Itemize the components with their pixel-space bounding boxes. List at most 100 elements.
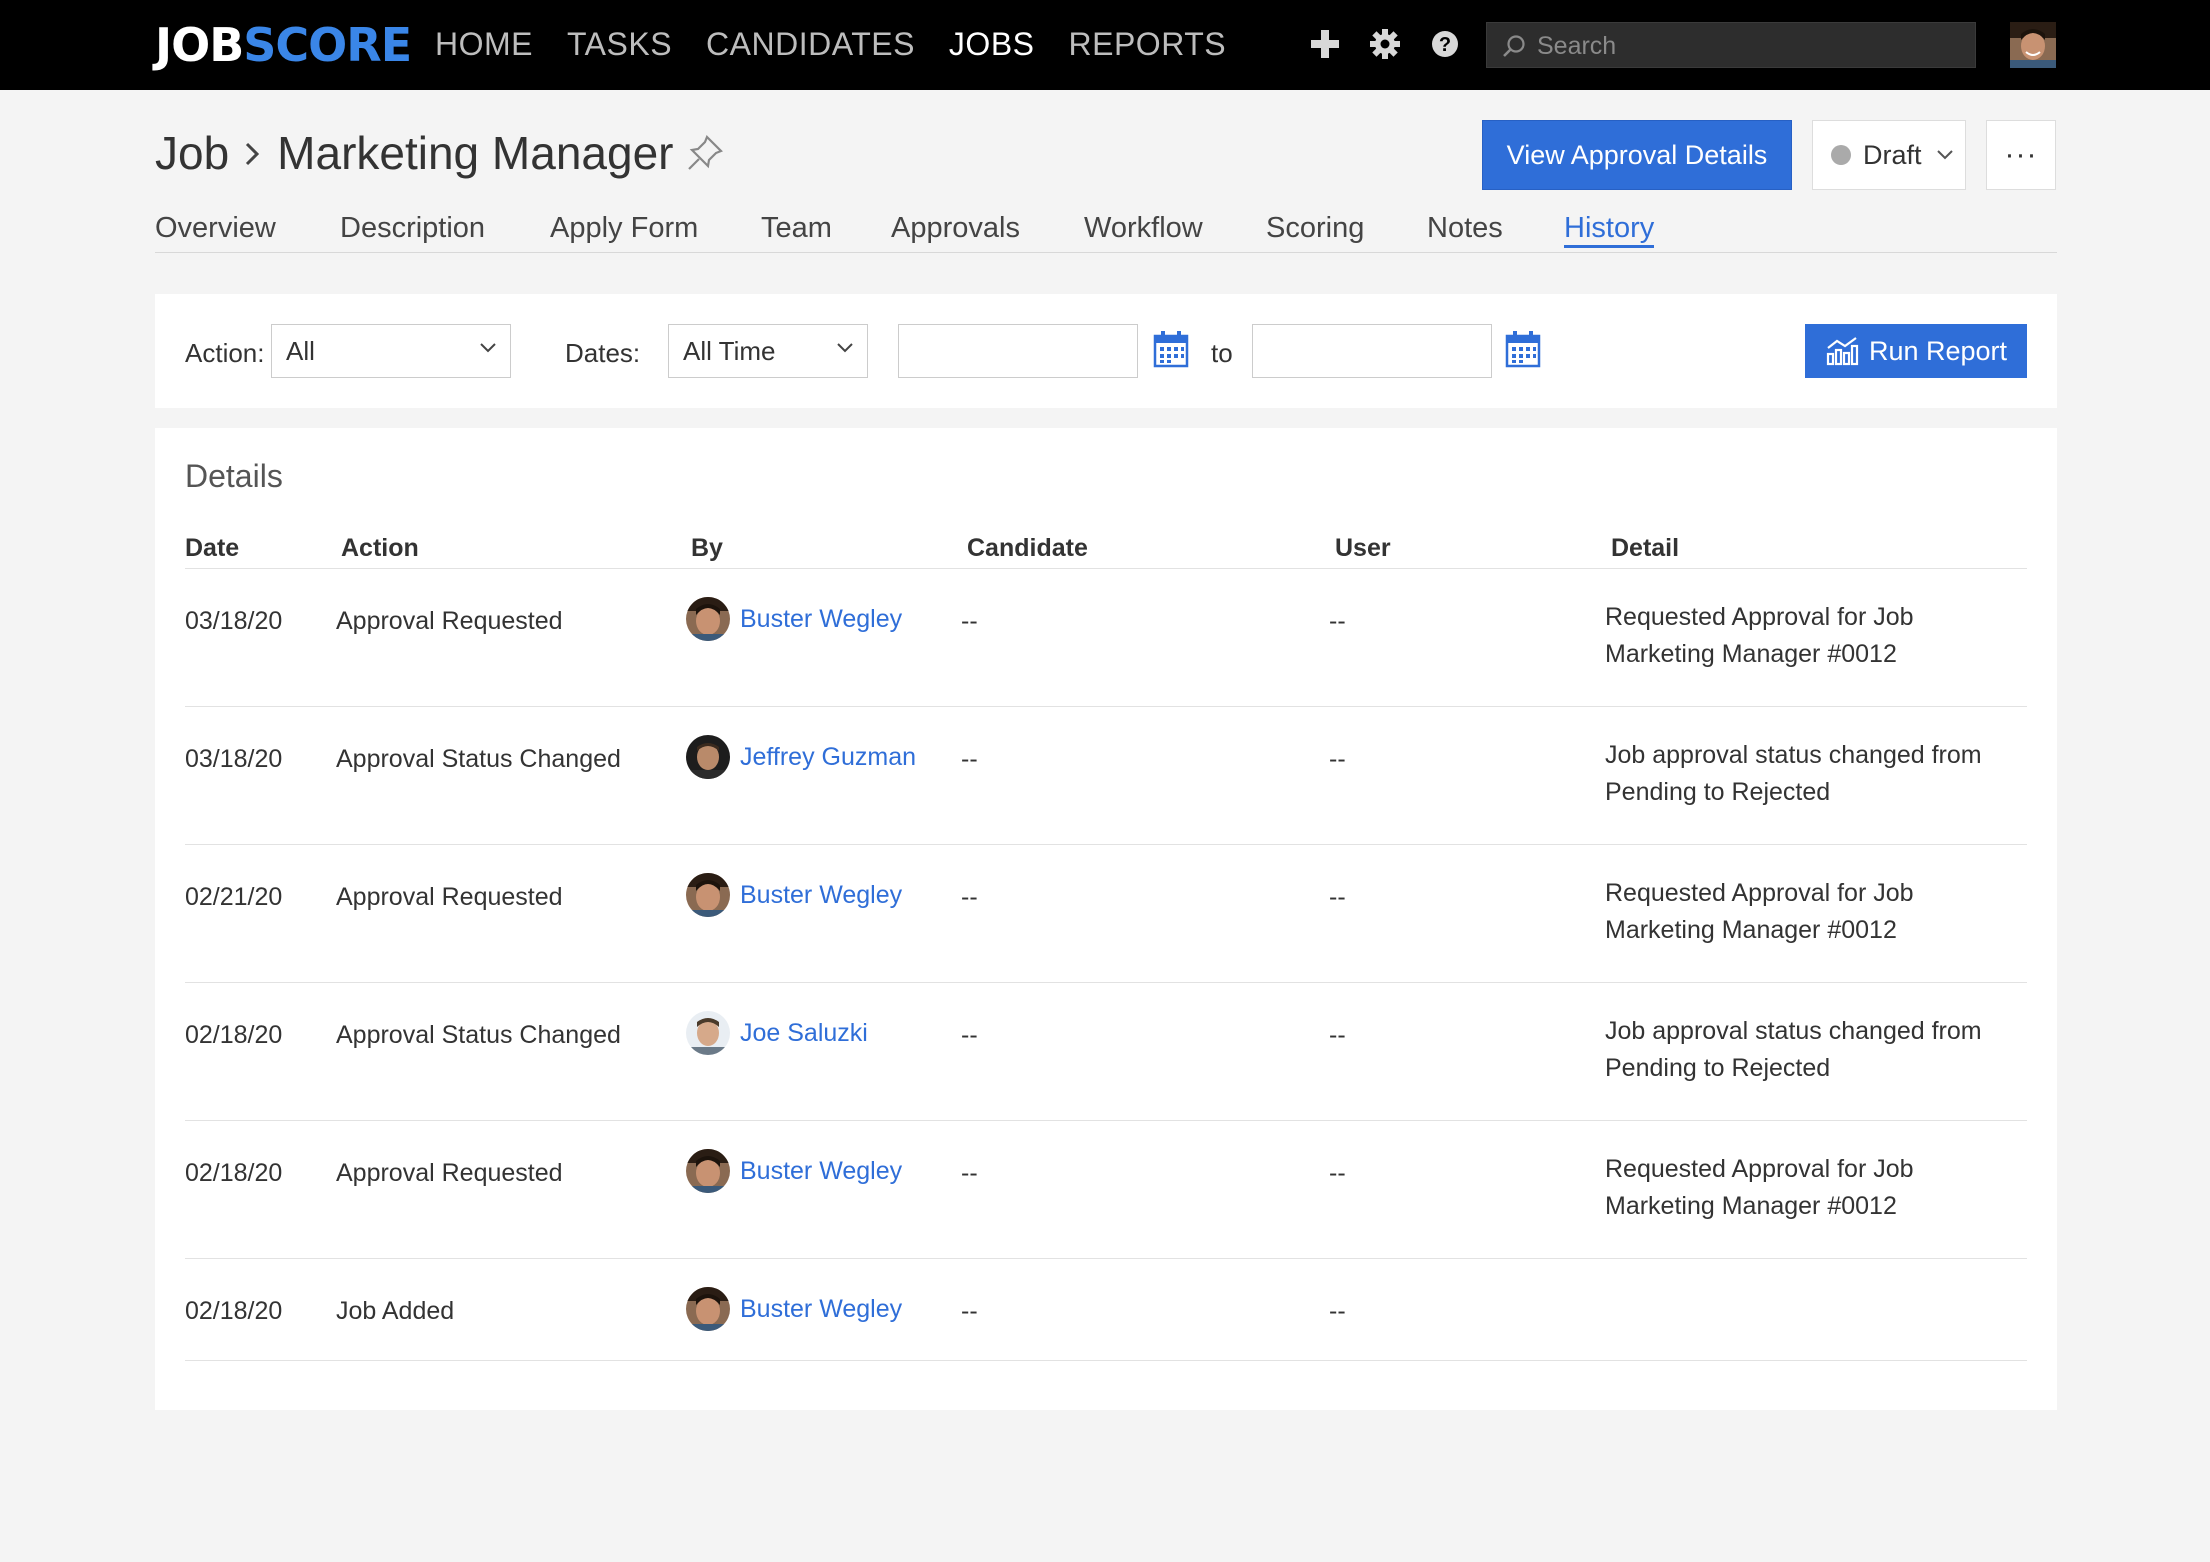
column-header-detail[interactable]: Detail: [1611, 534, 1679, 563]
action-select-value: All: [286, 335, 315, 366]
main-nav: HOME TASKS CANDIDATES JOBS REPORTS: [435, 26, 1260, 63]
column-header-candidate[interactable]: Candidate: [967, 534, 1088, 563]
row-date: 03/18/20: [185, 745, 283, 773]
gear-icon[interactable]: [1368, 27, 1402, 61]
column-header-by[interactable]: By: [691, 534, 723, 563]
row-detail-line: Marketing Manager #0012: [1605, 640, 1897, 668]
dates-select[interactable]: All Time: [668, 324, 868, 378]
row-user: --: [1329, 1297, 1346, 1325]
breadcrumb: Job Marketing Manager: [155, 126, 725, 180]
row-by-name-link[interactable]: Jeffrey Guzman: [740, 743, 916, 772]
search-input[interactable]: [1535, 29, 1959, 63]
row-detail-line: Pending to Rejected: [1605, 778, 1831, 806]
top-navbar: JOBSCORE HOME TASKS CANDIDATES JOBS REPO…: [0, 0, 2210, 90]
nav-reports[interactable]: REPORTS: [1069, 26, 1227, 63]
row-action: Job Added: [336, 1297, 455, 1325]
row-action: Approval Status Changed: [336, 745, 621, 773]
row-detail-line: Requested Approval for Job: [1605, 603, 1914, 631]
row-user: --: [1329, 607, 1346, 635]
avatar: [686, 597, 730, 641]
row-by-name-link[interactable]: Joe Saluzki: [740, 1019, 868, 1048]
row-by-user[interactable]: Buster Wegley: [686, 1149, 902, 1193]
row-date: 03/18/20: [185, 607, 283, 635]
tab-approvals[interactable]: Approvals: [891, 212, 1020, 245]
run-report-label: Run Report: [1868, 335, 2008, 366]
job-tabs: Overview Description Apply Form Team App…: [155, 212, 2057, 253]
row-candidate: --: [961, 1159, 978, 1187]
tab-description[interactable]: Description: [340, 212, 485, 245]
row-by-name-link[interactable]: Buster Wegley: [740, 1157, 902, 1186]
row-action: Approval Requested: [336, 607, 563, 635]
details-panel: Details Date Action By Candidate User De…: [155, 428, 2057, 1410]
more-options-button[interactable]: ···: [1986, 120, 2056, 190]
column-header-action[interactable]: Action: [341, 534, 419, 563]
row-candidate: --: [961, 1297, 978, 1325]
row-date: 02/18/20: [185, 1159, 283, 1187]
status-dropdown[interactable]: Draft: [1812, 120, 1966, 190]
row-by-name-link[interactable]: Buster Wegley: [740, 605, 902, 634]
row-detail-line: Marketing Manager #0012: [1605, 916, 1897, 944]
tab-notes[interactable]: Notes: [1427, 212, 1503, 245]
table-row: 02/18/20 Job Added Buster Wegley -- --: [185, 1259, 2027, 1361]
pin-icon[interactable]: [685, 133, 725, 173]
row-detail-line: Pending to Rejected: [1605, 1054, 1831, 1082]
row-by-user[interactable]: Buster Wegley: [686, 597, 902, 641]
row-detail: Requested Approval for Job Marketing Mana…: [1605, 875, 2025, 949]
tab-overview[interactable]: Overview: [155, 212, 276, 245]
tab-team[interactable]: Team: [761, 212, 832, 245]
run-report-button[interactable]: Run Report: [1805, 324, 2027, 378]
add-icon[interactable]: [1308, 27, 1342, 61]
chevron-down-icon: [837, 343, 853, 353]
tab-apply-form[interactable]: Apply Form: [550, 212, 698, 245]
avatar: [686, 1287, 730, 1331]
tab-scoring[interactable]: Scoring: [1266, 212, 1364, 245]
calendar-icon[interactable]: [1153, 330, 1189, 368]
dates-select-value: All Time: [683, 335, 776, 366]
nav-candidates[interactable]: CANDIDATES: [706, 26, 915, 63]
row-detail-line: Requested Approval for Job: [1605, 879, 1914, 907]
row-detail: Job approval status changed from Pending …: [1605, 737, 2025, 811]
chevron-down-icon: [480, 343, 496, 353]
start-date-input[interactable]: [898, 324, 1138, 378]
table-row: 03/18/20 Approval Requested Buster Wegley -…: [185, 569, 2027, 707]
row-user: --: [1329, 1159, 1346, 1187]
row-by-user[interactable]: Jeffrey Guzman: [686, 735, 916, 779]
column-header-user[interactable]: User: [1335, 534, 1391, 563]
chevron-right-icon: [246, 142, 260, 166]
column-header-date[interactable]: Date: [185, 534, 239, 563]
to-label: to: [1211, 338, 1233, 368]
calendar-icon[interactable]: [1505, 330, 1541, 368]
avatar: [686, 873, 730, 917]
nav-tasks[interactable]: TASKS: [567, 26, 672, 63]
row-by-user[interactable]: Buster Wegley: [686, 873, 902, 917]
user-avatar[interactable]: [2010, 22, 2056, 68]
dates-filter-label: Dates:: [565, 338, 641, 368]
table-row: 02/18/20 Approval Requested Buster Wegley -…: [185, 1121, 2027, 1259]
row-detail: Requested Approval for Job Marketing Mana…: [1605, 599, 2025, 673]
end-date-input[interactable]: [1252, 324, 1492, 378]
jobscore-logo[interactable]: JOBSCORE: [155, 18, 412, 72]
tab-history[interactable]: History: [1564, 212, 1655, 248]
row-candidate: --: [961, 607, 978, 635]
row-candidate: --: [961, 1021, 978, 1049]
row-date: 02/18/20: [185, 1297, 283, 1325]
row-by-user[interactable]: Joe Saluzki: [686, 1011, 868, 1055]
breadcrumb-root[interactable]: Job: [155, 126, 229, 180]
search-icon: [1503, 35, 1525, 57]
row-by-name-link[interactable]: Buster Wegley: [740, 881, 902, 910]
action-select[interactable]: All: [271, 324, 511, 378]
logo-part-job: JOB: [155, 18, 244, 72]
nav-home[interactable]: HOME: [435, 26, 533, 63]
page-title: Marketing Manager: [277, 127, 674, 179]
tab-workflow[interactable]: Workflow: [1084, 212, 1203, 245]
row-by-name-link[interactable]: Buster Wegley: [740, 1295, 902, 1324]
action-filter-label: Action:: [185, 338, 265, 368]
logo-part-score: SCORE: [243, 18, 412, 72]
filter-panel: Action: All Dates: All Time to Run Repor…: [155, 294, 2057, 408]
svg-text:?: ?: [1439, 34, 1451, 56]
help-icon[interactable]: ?: [1428, 27, 1462, 61]
row-by-user[interactable]: Buster Wegley: [686, 1287, 902, 1331]
view-approval-details-button[interactable]: View Approval Details: [1482, 120, 1792, 190]
nav-jobs[interactable]: JOBS: [949, 26, 1035, 63]
row-date: 02/21/20: [185, 883, 283, 911]
